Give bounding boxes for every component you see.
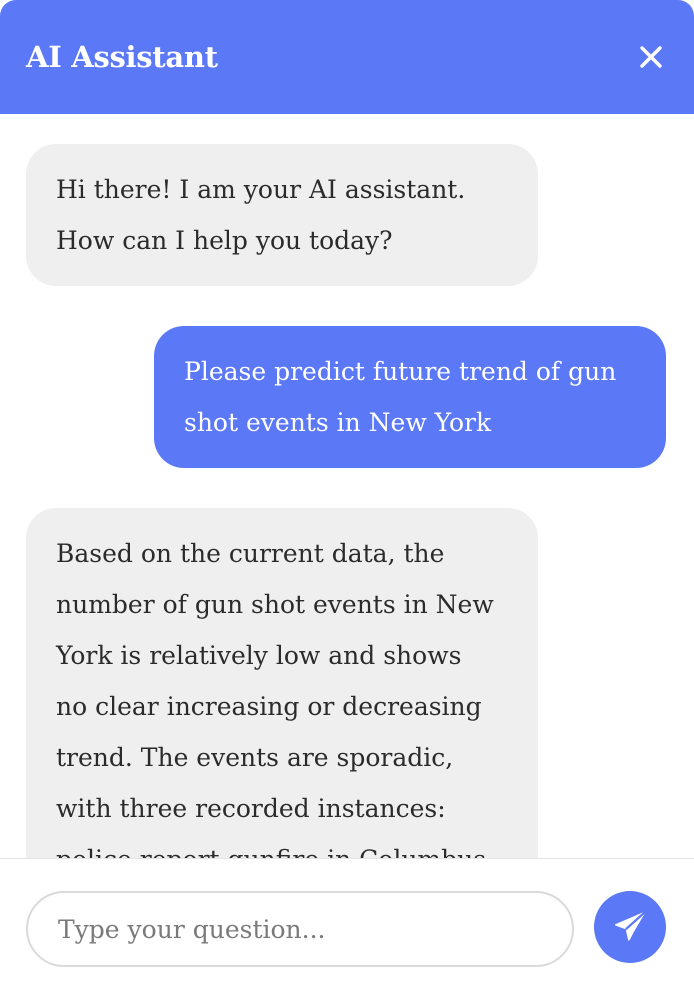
close-button[interactable] bbox=[634, 40, 668, 74]
message-line: Please predict future trend of gun bbox=[184, 357, 617, 386]
message-line: Based on the current data, the bbox=[56, 539, 445, 568]
user-message: Please predict future trend of gun shot … bbox=[154, 326, 666, 468]
message-line: number of gun shot events in New bbox=[56, 590, 494, 619]
message-line: no clear increasing or decreasing bbox=[56, 692, 482, 721]
chat-title: AI Assistant bbox=[26, 40, 218, 74]
assistant-message: Based on the current data, the number of… bbox=[26, 508, 538, 858]
send-button[interactable] bbox=[594, 891, 666, 963]
message-line: How can I help you today? bbox=[56, 226, 393, 255]
composer bbox=[0, 858, 694, 994]
send-icon bbox=[614, 911, 646, 941]
assistant-message: Hi there! I am your AI assistant. How ca… bbox=[26, 144, 538, 286]
chat-header: AI Assistant bbox=[0, 0, 694, 114]
message-line: police report gunfire in Columbus bbox=[56, 834, 508, 858]
message-line: with three recorded instances: bbox=[56, 794, 446, 823]
close-icon bbox=[640, 46, 662, 68]
question-input[interactable] bbox=[26, 891, 574, 967]
message-line: trend. The events are sporadic, bbox=[56, 743, 454, 772]
message-line: shot events in New York bbox=[184, 408, 492, 437]
message-line: York is relatively low and shows bbox=[56, 641, 462, 670]
message-line: Hi there! I am your AI assistant. bbox=[56, 175, 466, 204]
chat-widget: AI Assistant Hi there! I am your AI assi… bbox=[0, 0, 694, 994]
message-list[interactable]: Hi there! I am your AI assistant. How ca… bbox=[0, 114, 694, 858]
